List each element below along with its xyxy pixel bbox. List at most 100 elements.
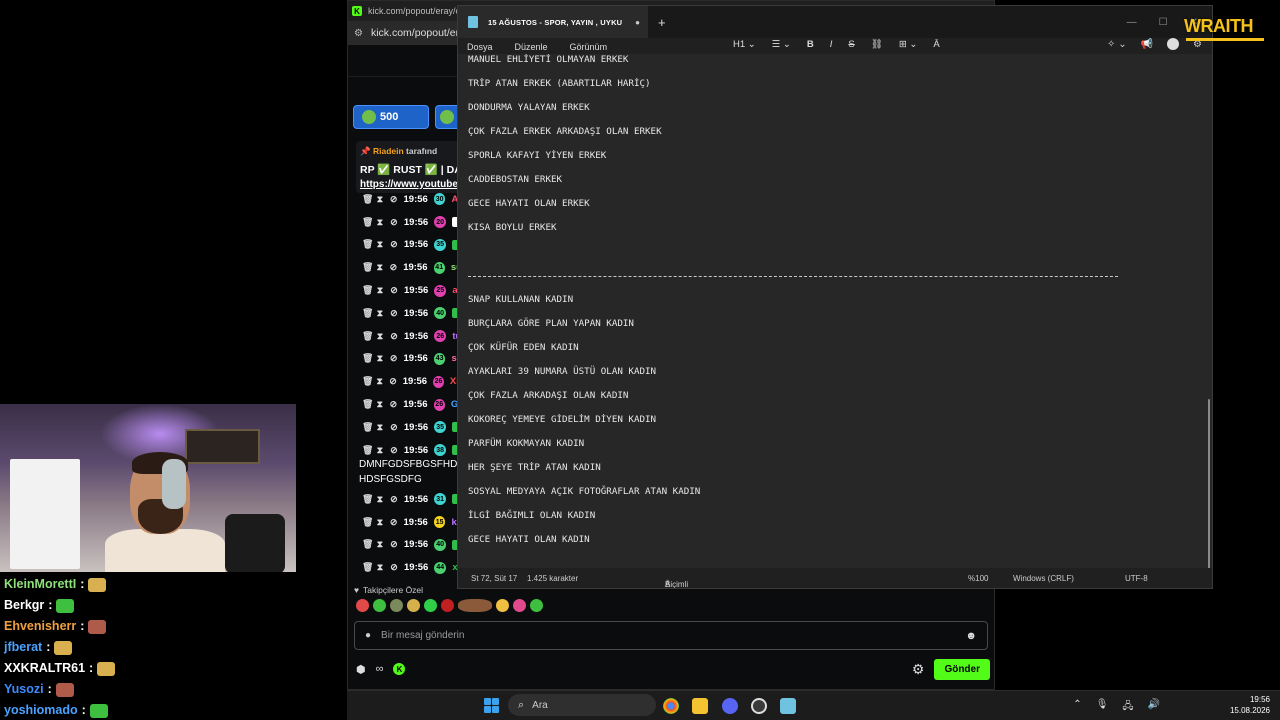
- message-input[interactable]: ● Bir mesaj gönderin ☻: [354, 621, 988, 650]
- chat-row[interactable]: 🗑⧗⊘19:5625ar: [362, 279, 462, 302]
- emote-icon[interactable]: [390, 599, 403, 612]
- obs-icon[interactable]: [751, 698, 767, 714]
- delete-icon[interactable]: 🗑: [362, 194, 373, 205]
- timeout-icon[interactable]: ⧗: [376, 445, 384, 456]
- delete-icon[interactable]: 🗑: [362, 262, 373, 273]
- chat-row[interactable]: 🗑⧗⊘19:5641su: [362, 256, 462, 279]
- emote-icon[interactable]: [373, 599, 386, 612]
- emote-icon[interactable]: [513, 599, 526, 612]
- ban-icon[interactable]: ⊘: [390, 539, 398, 550]
- pinned-message[interactable]: 📌 Riadein tarafınd RP ✅ RUST ✅ | DAD htt…: [356, 141, 466, 193]
- timeout-icon[interactable]: ⧗: [376, 285, 384, 296]
- unsaved-dot-icon[interactable]: ●: [635, 18, 640, 27]
- browser-tab-title[interactable]: kick.com/popout/eray/cha: [368, 6, 470, 16]
- account-avatar[interactable]: [1167, 38, 1180, 50]
- delete-icon[interactable]: 🗑: [362, 217, 373, 228]
- site-settings-icon[interactable]: ⚙: [354, 28, 363, 39]
- points-pill[interactable]: 500: [353, 105, 430, 129]
- link-icon[interactable]: ⛓: [871, 39, 883, 50]
- ban-icon[interactable]: ⊘: [390, 445, 398, 456]
- emote-icon[interactable]: [356, 599, 369, 612]
- network-icon[interactable]: 🖧: [1122, 699, 1133, 716]
- chat-row[interactable]: 🗑⧗⊘19:5626tu: [362, 325, 462, 348]
- timeout-icon[interactable]: ⧗: [376, 399, 384, 410]
- delete-icon[interactable]: 🗑: [362, 422, 373, 433]
- ban-icon[interactable]: ⊘: [389, 376, 397, 387]
- microphone-icon[interactable]: 🎙: [1096, 699, 1109, 716]
- chrome-icon[interactable]: [663, 698, 679, 714]
- chat-row[interactable]: 🗑 ⧗ ⊘ 19:56 40: [362, 302, 463, 325]
- delete-icon[interactable]: 🗑: [362, 445, 373, 456]
- chat-row[interactable]: 🗑⧗⊘19:5643se: [362, 348, 462, 371]
- chat-row[interactable]: 🗑 ⧗ ⊘ 19:56 31: [362, 488, 463, 511]
- timeout-icon[interactable]: ⧗: [376, 494, 384, 505]
- emote-icon[interactable]: [496, 599, 509, 612]
- ban-icon[interactable]: ⊘: [390, 517, 398, 528]
- emote-icon[interactable]: [424, 599, 437, 612]
- emote-icon[interactable]: [441, 599, 454, 612]
- menu-gorunum[interactable]: Görünüm: [570, 42, 608, 52]
- chat-row[interactable]: 🗑⧗⊘19:5630Ar: [362, 188, 462, 211]
- timeout-icon[interactable]: ⧗: [376, 239, 384, 250]
- notepad-taskbar-icon[interactable]: [780, 698, 796, 714]
- settings-gear-icon[interactable]: ⚙: [912, 661, 925, 678]
- notepad-editor[interactable]: MANUEL EHLİYETİ OLMAYAN ERKEK TRİP ATAN E…: [458, 54, 1212, 570]
- timeout-icon[interactable]: ⧗: [376, 376, 383, 387]
- copilot-icon[interactable]: ✧ ⌄: [1107, 39, 1127, 50]
- notepad-tab[interactable]: 15 AĞUSTOS - SPOR, YAYIN , UYKU ●: [458, 6, 648, 38]
- clock[interactable]: 19:56 15.08.2026: [1230, 694, 1270, 716]
- emoji-icon[interactable]: ☻: [965, 630, 977, 642]
- ban-icon[interactable]: ⊘: [390, 194, 398, 205]
- delete-icon[interactable]: 🗑: [362, 285, 373, 296]
- address-text[interactable]: kick.com/popout/era: [371, 27, 465, 39]
- delete-icon[interactable]: 🗑: [362, 353, 373, 364]
- timeout-icon[interactable]: ⧗: [376, 539, 384, 550]
- megaphone-icon[interactable]: 📢: [1141, 39, 1153, 50]
- points-icon[interactable]: ⬢: [356, 663, 366, 676]
- chat-row[interactable]: 🗑 ⧗ ⊘ 19:56 20: [362, 211, 463, 234]
- timeout-icon[interactable]: ⧗: [376, 353, 384, 364]
- list-icon[interactable]: ☰ ⌄: [772, 39, 791, 50]
- emote-icon[interactable]: [530, 599, 543, 612]
- table-icon[interactable]: ⊞ ⌄: [899, 39, 918, 50]
- ban-icon[interactable]: ⊘: [390, 239, 398, 250]
- new-tab-icon[interactable]: +: [658, 15, 666, 30]
- ban-icon[interactable]: ⊘: [390, 331, 398, 342]
- heading-dropdown[interactable]: H1 ⌄: [733, 39, 756, 50]
- timeout-icon[interactable]: ⧗: [376, 331, 384, 342]
- timeout-icon[interactable]: ⧗: [376, 217, 384, 228]
- ban-icon[interactable]: ⊘: [390, 399, 398, 410]
- strikethrough-icon[interactable]: S: [848, 39, 854, 50]
- ban-icon[interactable]: ⊘: [390, 262, 398, 273]
- ban-icon[interactable]: ⊘: [390, 217, 398, 228]
- bold-icon[interactable]: B: [807, 39, 814, 50]
- emote-icon[interactable]: [458, 599, 492, 612]
- chevron-up-icon[interactable]: ⌃: [1073, 699, 1081, 716]
- file-explorer-icon[interactable]: [692, 698, 708, 714]
- emote-icon[interactable]: [407, 599, 420, 612]
- timeout-icon[interactable]: ⧗: [376, 194, 384, 205]
- discord-icon[interactable]: [722, 698, 738, 714]
- start-icon[interactable]: [484, 698, 499, 713]
- delete-icon[interactable]: 🗑: [362, 517, 373, 528]
- ban-icon[interactable]: ⊘: [390, 285, 398, 296]
- editor-scrollbar[interactable]: [1208, 399, 1210, 570]
- delete-icon[interactable]: 🗑: [362, 562, 373, 573]
- chat-row[interactable]: 🗑⧗⊘19:5615ka: [362, 511, 462, 534]
- minimize-icon[interactable]: —: [1127, 17, 1137, 28]
- chat-row[interactable]: 🗑⧗⊘19:5644xt: [362, 556, 462, 579]
- chat-row[interactable]: 🗑 ⧗ ⊘ 19:56 40: [362, 534, 463, 557]
- kick-logo-icon[interactable]: K: [393, 663, 406, 675]
- ban-icon[interactable]: ⊘: [390, 562, 398, 573]
- chat-row[interactable]: 🗑 ⧗ ⊘ 19:56 35: [362, 416, 463, 439]
- maximize-icon[interactable]: ☐: [1159, 17, 1168, 28]
- delete-icon[interactable]: 🗑: [362, 376, 373, 387]
- delete-icon[interactable]: 🗑: [362, 308, 373, 319]
- delete-icon[interactable]: 🗑: [362, 539, 373, 550]
- ban-icon[interactable]: ⊘: [390, 422, 398, 433]
- infinity-icon[interactable]: ∞: [376, 663, 384, 675]
- delete-icon[interactable]: 🗑: [362, 399, 373, 410]
- timeout-icon[interactable]: ⧗: [376, 562, 384, 573]
- ban-icon[interactable]: ⊘: [390, 353, 398, 364]
- send-button[interactable]: Gönder: [934, 658, 990, 680]
